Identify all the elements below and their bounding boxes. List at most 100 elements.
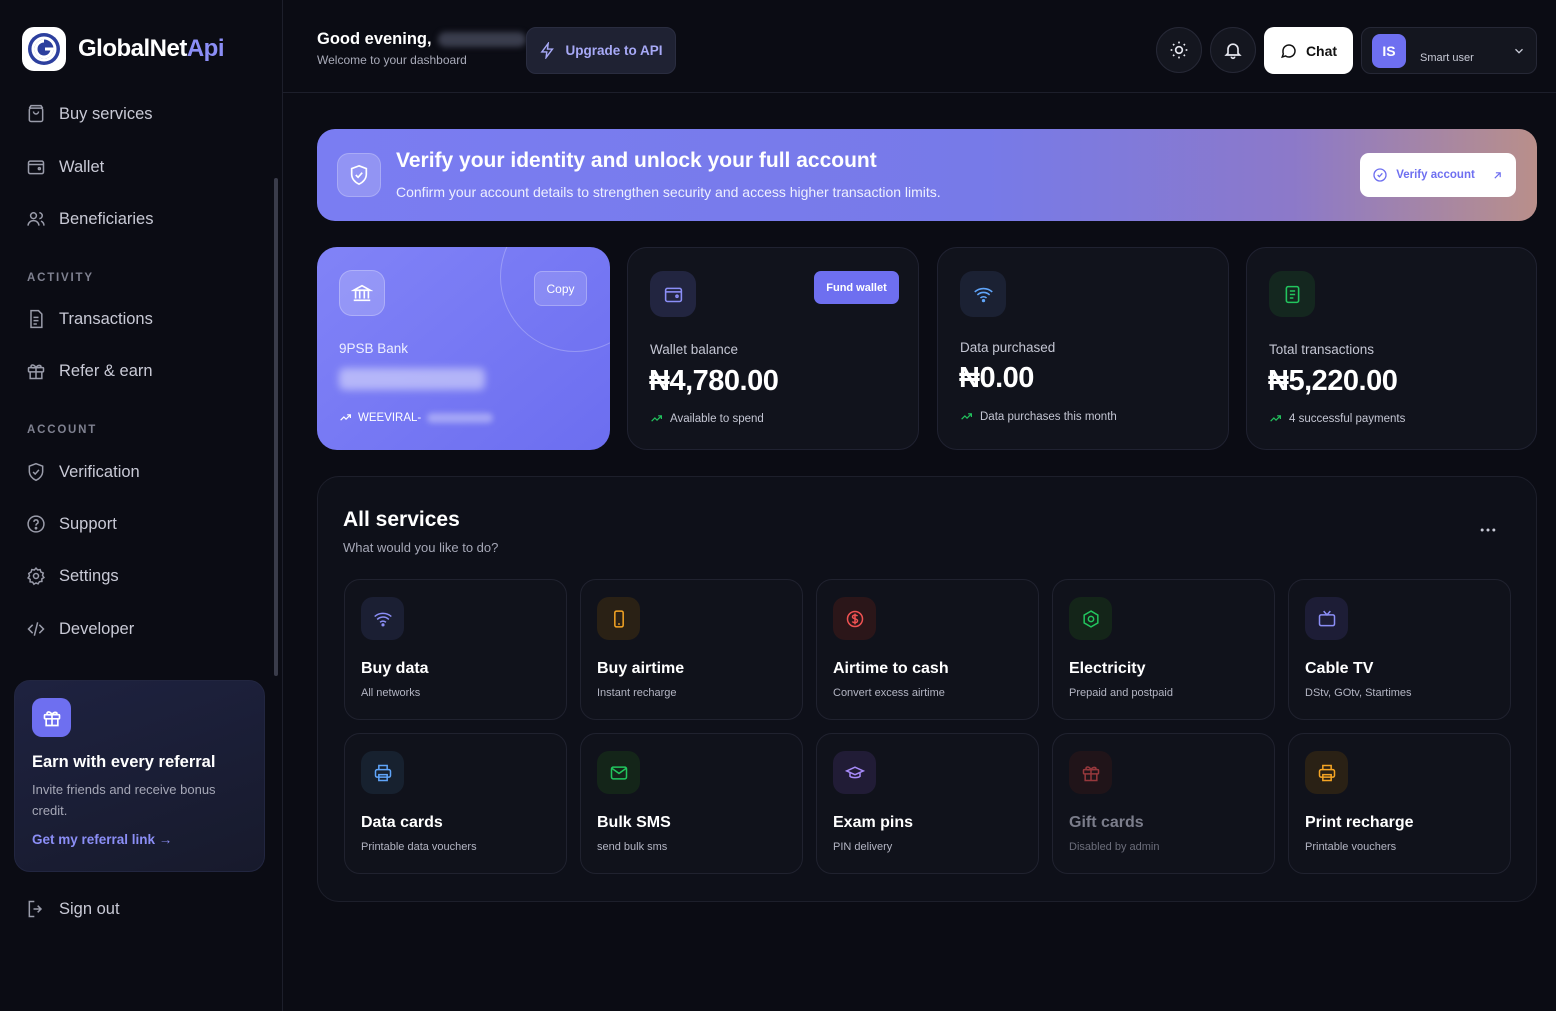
sidebar-item-beneficiaries[interactable]: Beneficiaries	[26, 207, 153, 231]
service-print-recharge[interactable]: Print recharge Printable vouchers	[1288, 733, 1511, 874]
reference-prefix: WEEVIRAL-	[358, 411, 422, 424]
promo-text: Invite friends and receive bonus credit.	[32, 782, 216, 818]
avatar: IS	[1372, 33, 1406, 68]
service-electricity[interactable]: Electricity Prepaid and postpaid	[1052, 579, 1275, 720]
sidebar-item-refer-earn[interactable]: Refer & earn	[26, 359, 153, 383]
stat-value: ₦4,780.00	[649, 365, 779, 397]
verify-identity-banner: Verify your identity and unlock your ful…	[317, 129, 1537, 221]
service-name: Cable TV	[1305, 660, 1374, 677]
bell-icon	[1224, 43, 1242, 60]
service-name: Electricity	[1069, 660, 1146, 677]
sidebar-item-label: Refer & earn	[59, 361, 153, 380]
chat-button[interactable]: Chat	[1264, 27, 1353, 74]
greeting: Good evening, Welcome to your dashboard	[317, 30, 526, 67]
service-name: Exam pins	[833, 814, 914, 831]
code-icon	[27, 622, 45, 636]
stat-note-text: Data purchases this month	[980, 410, 1117, 423]
gift-icon	[27, 364, 45, 380]
wifi-icon	[960, 271, 1006, 317]
service-subtitle: Printable data vouchers	[361, 841, 477, 853]
theme-toggle-button[interactable]	[1156, 27, 1202, 73]
sidebar-item-label: Beneficiaries	[59, 209, 154, 228]
sidebar-item-label: Support	[59, 514, 117, 533]
globe-logo-icon	[22, 27, 66, 71]
service-buy-data[interactable]: Buy data All networks	[344, 579, 567, 720]
sidebar-item-wallet[interactable]: Wallet	[26, 155, 104, 179]
service-subtitle: PIN delivery	[833, 841, 893, 853]
sidebar-item-verification[interactable]: Verification	[26, 460, 140, 484]
shopping-bag-icon	[28, 104, 44, 123]
service-gift-cards: Gift cards Disabled by admin	[1052, 733, 1275, 874]
stat-label: Total transactions	[1269, 342, 1375, 357]
service-bulk-sms[interactable]: Bulk SMS send bulk sms	[580, 733, 803, 874]
service-buy-airtime[interactable]: Buy airtime Instant recharge	[580, 579, 803, 720]
promo-title: Earn with every referral	[32, 753, 216, 771]
sidebar-item-transactions[interactable]: Transactions	[26, 307, 153, 331]
banner-subtitle: Confirm your account details to strength…	[396, 184, 941, 200]
wallet-icon	[650, 271, 696, 317]
user-menu[interactable]: IS Smart user	[1361, 27, 1537, 74]
chat-label: Chat	[1305, 42, 1338, 59]
service-name: Bulk SMS	[597, 814, 671, 831]
service-name: Gift cards	[1069, 814, 1144, 831]
wifi-icon	[361, 597, 404, 640]
brand-logo[interactable]: GlobalNetApi	[22, 27, 225, 71]
greeting-subtitle: Welcome to your dashboard	[317, 53, 467, 67]
stat-value: ₦0.00	[959, 362, 1034, 394]
service-name: Airtime to cash	[833, 660, 949, 677]
virtual-account-card: Copy 9PSB Bank WEEVIRAL-	[317, 247, 610, 450]
gear-icon	[27, 566, 45, 586]
section-label-account: ACCOUNT	[27, 424, 98, 436]
copy-button[interactable]: Copy	[534, 271, 587, 306]
user-role: Smart user	[1420, 51, 1474, 64]
stat-note-text: 4 successful payments	[1289, 412, 1406, 425]
sidebar-item-support[interactable]: Support	[26, 512, 117, 536]
sidebar-item-settings[interactable]: Settings	[26, 564, 119, 588]
section-label-activity: ACTIVITY	[27, 272, 94, 284]
lightning-icon	[540, 42, 555, 59]
printer-icon	[361, 751, 404, 794]
trend-up-icon	[961, 413, 972, 420]
brand-name: GlobalNetApi	[78, 35, 225, 62]
sidebar-item-developer[interactable]: Developer	[26, 617, 134, 641]
logout-icon	[28, 900, 43, 918]
sidebar-item-buy-services[interactable]: Buy services	[26, 102, 153, 126]
more-horizontal-icon[interactable]	[1478, 520, 1498, 540]
service-subtitle: Printable vouchers	[1305, 841, 1397, 853]
banner-title: Verify your identity and unlock your ful…	[396, 149, 877, 172]
service-data-cards[interactable]: Data cards Printable data vouchers	[344, 733, 567, 874]
sidebar-scrollbar[interactable]	[274, 178, 278, 676]
graduation-cap-icon	[833, 751, 876, 794]
services-title: All services	[343, 508, 460, 531]
fund-wallet-button[interactable]: Fund wallet	[814, 271, 899, 304]
sun-icon	[1170, 41, 1188, 59]
notifications-button[interactable]	[1210, 27, 1256, 73]
service-airtime-to-cash[interactable]: Airtime to cash Convert excess airtime	[816, 579, 1039, 720]
service-exam-pins[interactable]: Exam pins PIN delivery	[816, 733, 1039, 874]
service-subtitle: All networks	[361, 687, 421, 699]
gift-icon	[1069, 751, 1112, 794]
upgrade-to-api-button[interactable]: Upgrade to API	[526, 27, 676, 74]
mail-icon	[597, 751, 640, 794]
top-header: Good evening, Welcome to your dashboard …	[283, 0, 1556, 93]
referral-link[interactable]: Get my referral link →	[32, 832, 247, 847]
chat-bubble-icon	[1281, 43, 1296, 58]
stat-note: 4 successful payments	[1269, 412, 1405, 425]
sign-out-button[interactable]: Sign out	[26, 897, 120, 921]
hexagon-icon	[1069, 597, 1112, 640]
service-name: Print recharge	[1305, 814, 1414, 831]
service-subtitle: Prepaid and postpaid	[1069, 687, 1173, 699]
data-purchased-card: Data purchased ₦0.00 Data purchases this…	[937, 247, 1229, 450]
service-subtitle: Instant recharge	[597, 687, 677, 699]
total-transactions-card: Total transactions ₦5,220.00 4 successfu…	[1246, 247, 1537, 450]
verify-account-button[interactable]: Verify account	[1360, 153, 1516, 197]
chevron-down-icon	[1515, 48, 1523, 54]
receipt-icon	[30, 309, 43, 329]
bank-icon	[339, 270, 385, 316]
service-name: Data cards	[361, 814, 443, 831]
service-name: Buy airtime	[597, 660, 685, 677]
service-cable-tv[interactable]: Cable TV DStv, GOtv, Startimes	[1288, 579, 1511, 720]
redacted-account-number	[339, 368, 485, 390]
bank-name: 9PSB Bank	[339, 341, 409, 356]
account-reference: WEEVIRAL-	[339, 411, 494, 424]
